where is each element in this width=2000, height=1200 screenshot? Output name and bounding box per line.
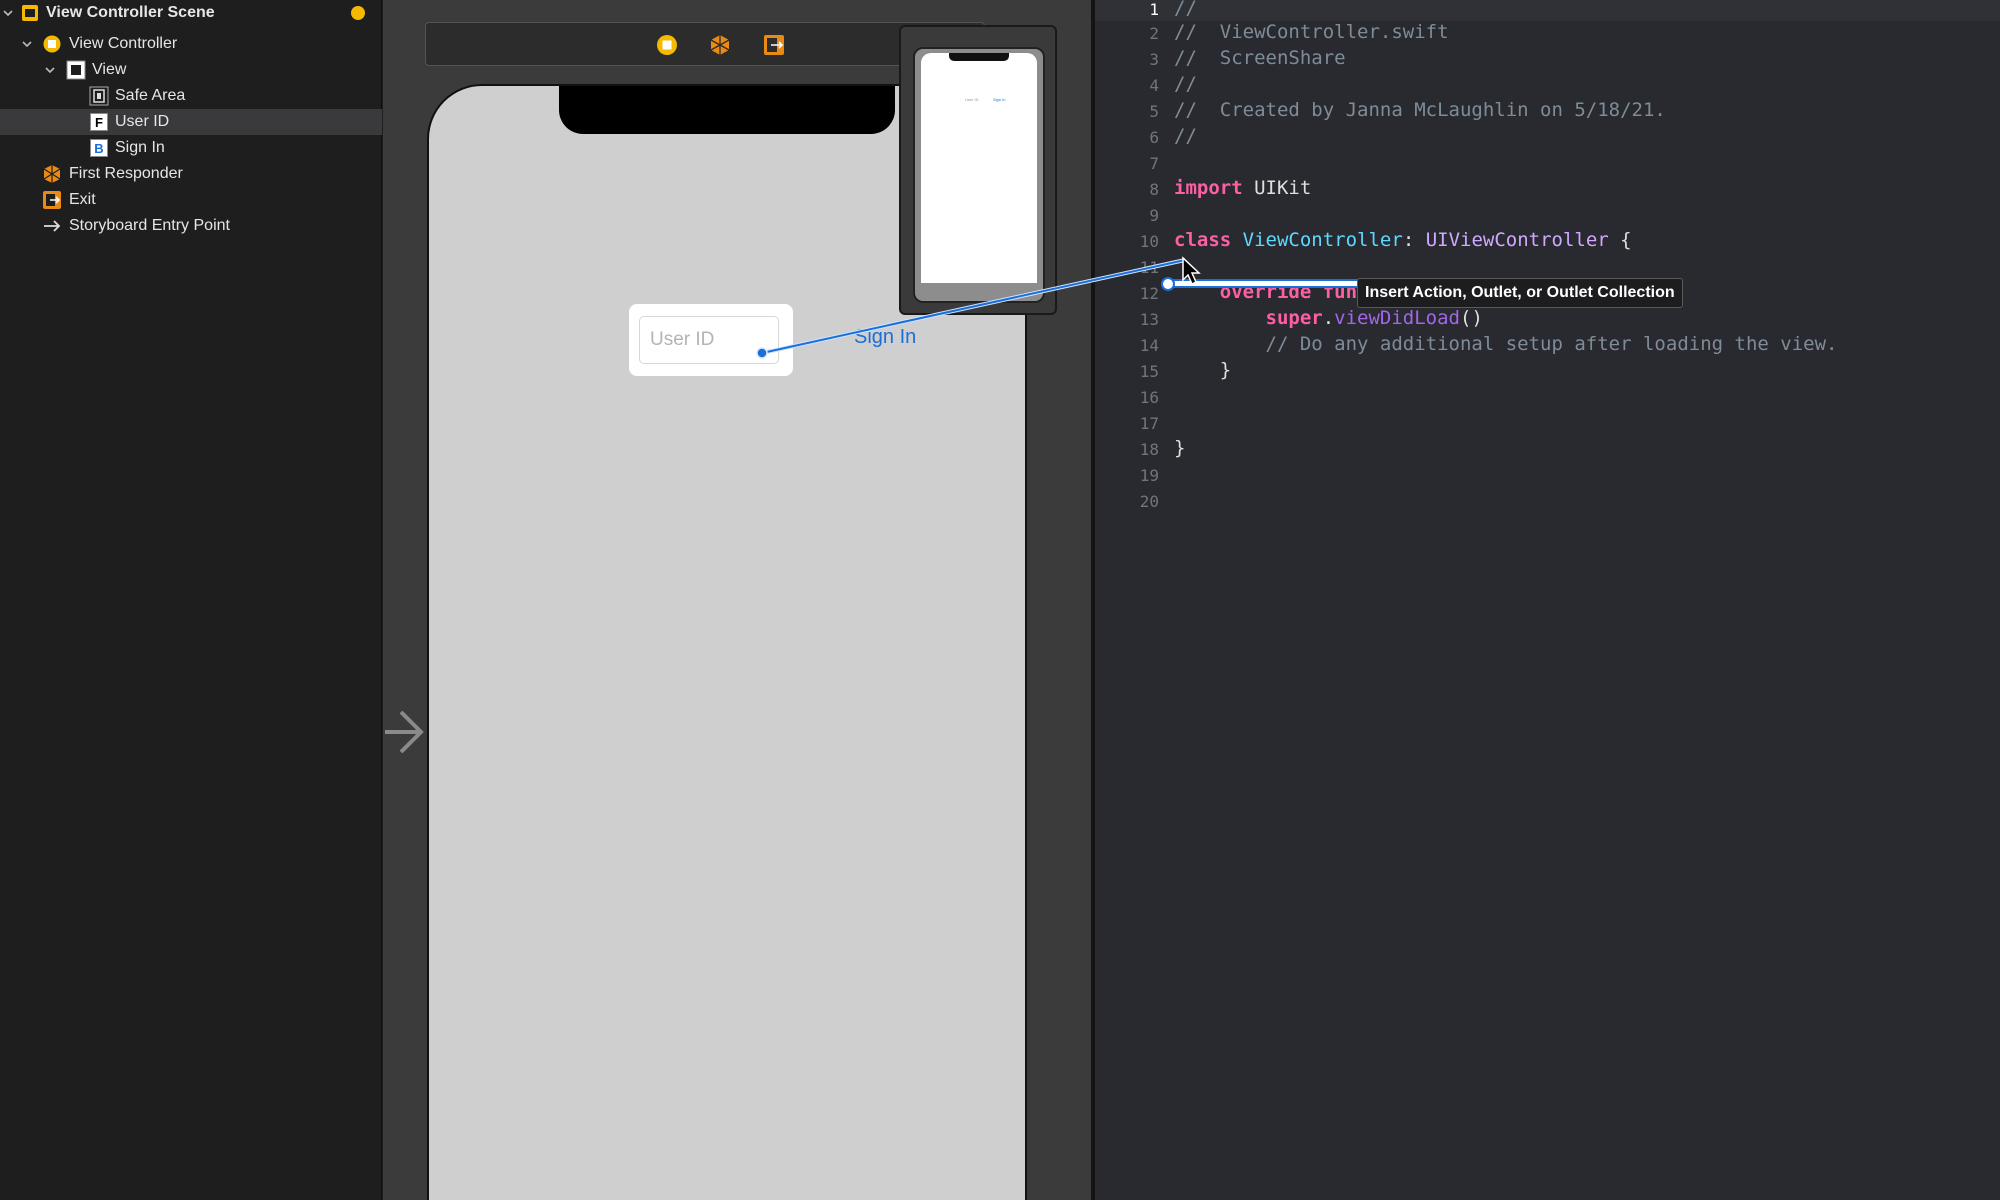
line-number: 19 — [1139, 466, 1159, 485]
line-number: 2 — [1149, 24, 1159, 43]
keyword-token: class — [1174, 229, 1232, 251]
superclass-token: UIViewController — [1425, 229, 1609, 251]
line-number: 10 — [1139, 232, 1159, 251]
exit-icon — [42, 190, 62, 210]
warning-badge-icon[interactable] — [351, 6, 365, 20]
outline-item-label: Exit — [69, 191, 96, 208]
first-responder-icon[interactable] — [708, 33, 732, 57]
line-number: 3 — [1149, 50, 1159, 69]
module-token: UIKit — [1242, 177, 1312, 199]
canvas-minimap[interactable]: User ID Sign In — [899, 25, 1057, 315]
first-responder-icon — [42, 164, 62, 184]
code-line-3[interactable]: // ScreenShare — [1174, 47, 1346, 73]
safe-area-icon — [89, 86, 109, 106]
text-field-icon: F — [89, 112, 109, 132]
minimap-device: User ID Sign In — [913, 47, 1045, 303]
keyword-token: super — [1265, 307, 1323, 329]
code-line-10[interactable]: class ViewController: UIViewController { — [1174, 229, 1632, 255]
colon-token: : — [1402, 229, 1426, 251]
stack-view[interactable]: User ID — [629, 304, 793, 376]
outline-item-safe-area[interactable]: Safe Area — [0, 83, 382, 109]
class-name-token: ViewController — [1242, 229, 1403, 251]
code-line-13[interactable]: super.viewDidLoad() — [1174, 307, 1483, 333]
outline-item-label: User ID — [115, 113, 170, 130]
outline-item-label: Safe Area — [115, 87, 186, 104]
outline-item-label: View Controller Scene — [46, 4, 215, 21]
text-field-letter: F — [90, 113, 108, 131]
code-line-12[interactable]: override fun — [1174, 281, 1357, 307]
code-line-15[interactable]: } — [1174, 359, 1231, 385]
outline-item-view[interactable]: View — [0, 57, 382, 83]
tooltip: Insert Action, Outlet, or Outlet Collect… — [1357, 278, 1683, 308]
view-controller-icon — [42, 34, 62, 54]
button-letter: B — [90, 139, 108, 157]
view-controller-icon[interactable] — [655, 33, 679, 57]
outline-item-label: Sign In — [115, 139, 165, 156]
document-outline: View Controller Scene View Controller Vi… — [0, 0, 382, 1200]
line-number: 11 — [1139, 258, 1159, 277]
current-line-highlight — [1095, 0, 2000, 21]
chevron-down-icon[interactable] — [44, 64, 56, 76]
arrow-right-icon — [42, 216, 62, 236]
code-line-4[interactable]: // — [1174, 73, 1197, 99]
line-number: 17 — [1139, 414, 1159, 433]
line-number: 5 — [1149, 102, 1159, 121]
keyword-token: import — [1174, 177, 1243, 199]
keyword-token: override fun — [1219, 281, 1358, 303]
entry-point-arrow-icon[interactable] — [383, 706, 427, 758]
minimap-sign-in: Sign In — [993, 97, 1006, 102]
outline-item-label: First Responder — [69, 165, 183, 182]
brace-token: { — [1608, 229, 1632, 251]
outline-item-user-id[interactable]: F User ID — [0, 109, 382, 135]
chevron-down-icon[interactable] — [2, 7, 14, 19]
outline-item-storyboard-entry-point[interactable]: Storyboard Entry Point — [0, 213, 382, 239]
outline-item-label: View Controller — [69, 35, 178, 52]
parens-token: () — [1460, 307, 1483, 329]
button-icon: B — [89, 138, 109, 158]
line-number: 20 — [1139, 492, 1159, 511]
scene-icon — [20, 3, 40, 23]
minimap-screen: User ID Sign In — [921, 53, 1037, 283]
line-number: 14 — [1139, 336, 1159, 355]
outline-item-sign-in[interactable]: B Sign In — [0, 135, 382, 161]
line-number: 1 — [1149, 0, 1159, 19]
line-number: 16 — [1139, 388, 1159, 407]
line-number: 15 — [1139, 362, 1159, 381]
chevron-down-icon[interactable] — [21, 38, 33, 50]
minimap-notch — [949, 53, 1009, 61]
code-editor[interactable]: 1 2 3 4 5 6 7 8 9 10 11 12 13 14 15 16 1… — [1091, 0, 2000, 1200]
code-line-5[interactable]: // Created by Janna McLaughlin on 5/18/2… — [1174, 99, 1666, 125]
code-line-6[interactable]: // — [1174, 125, 1197, 151]
line-number: 12 — [1139, 284, 1159, 303]
view-icon — [66, 60, 86, 80]
line-number: 9 — [1149, 206, 1159, 225]
outline-item-first-responder[interactable]: First Responder — [0, 161, 382, 187]
minimap-user-id: User ID — [965, 97, 979, 102]
line-number: 6 — [1149, 128, 1159, 147]
line-number: 13 — [1139, 310, 1159, 329]
outline-item-label: View — [92, 61, 127, 78]
code-line-18[interactable]: } — [1174, 437, 1185, 463]
line-number-gutter: 1 2 3 4 5 6 7 8 9 10 11 12 13 14 15 16 1… — [1095, 0, 1159, 1200]
code-line-14[interactable]: // Do any additional setup after loading… — [1174, 333, 1838, 359]
exit-icon[interactable] — [762, 33, 786, 57]
outline-item-view-controller-scene[interactable]: View Controller Scene — [0, 0, 382, 26]
outline-item-label: Storyboard Entry Point — [69, 217, 230, 234]
outline-item-view-controller[interactable]: View Controller — [0, 31, 382, 57]
sign-in-button[interactable]: Sign In — [854, 326, 916, 349]
device-notch — [559, 86, 895, 134]
code-line-1[interactable]: // — [1174, 0, 1197, 23]
code-line-8[interactable]: import UIKit — [1174, 177, 1311, 203]
code-line-2[interactable]: // ViewController.swift — [1174, 21, 1449, 47]
outline-item-exit[interactable]: Exit — [0, 187, 382, 213]
line-number: 8 — [1149, 180, 1159, 199]
user-id-text-field[interactable]: User ID — [639, 316, 779, 364]
line-number: 7 — [1149, 154, 1159, 173]
dot-token: . — [1322, 307, 1335, 329]
method-token: viewDidLoad — [1334, 307, 1461, 329]
line-number: 18 — [1139, 440, 1159, 459]
line-number: 4 — [1149, 76, 1159, 95]
